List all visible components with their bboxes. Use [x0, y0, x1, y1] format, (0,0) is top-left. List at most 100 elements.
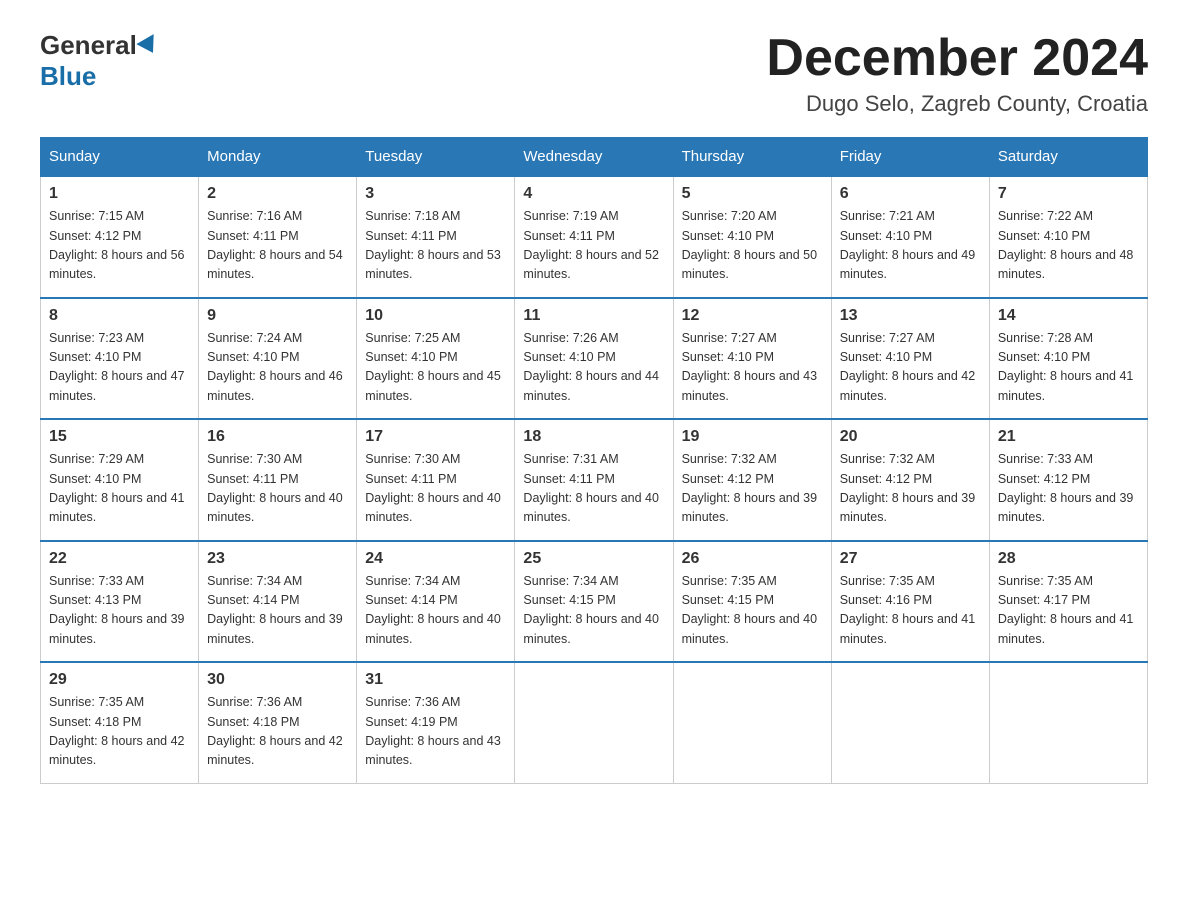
- day-info: Sunrise: 7:15 AM Sunset: 4:12 PM Dayligh…: [49, 207, 190, 285]
- calendar-cell: 6 Sunrise: 7:21 AM Sunset: 4:10 PM Dayli…: [831, 176, 989, 298]
- day-number: 19: [682, 428, 823, 446]
- daylight-label: Daylight: 8 hours and 43 minutes.: [682, 369, 818, 402]
- day-number: 30: [207, 671, 348, 689]
- day-number: 23: [207, 550, 348, 568]
- calendar-cell: 2 Sunrise: 7:16 AM Sunset: 4:11 PM Dayli…: [199, 176, 357, 298]
- sunset-label: Sunset: 4:10 PM: [840, 229, 932, 243]
- calendar-cell: 15 Sunrise: 7:29 AM Sunset: 4:10 PM Dayl…: [41, 419, 199, 541]
- sunset-label: Sunset: 4:11 PM: [523, 229, 615, 243]
- sunrise-label: Sunrise: 7:29 AM: [49, 452, 144, 466]
- daylight-label: Daylight: 8 hours and 39 minutes.: [207, 612, 343, 645]
- calendar-week-4: 22 Sunrise: 7:33 AM Sunset: 4:13 PM Dayl…: [41, 541, 1148, 663]
- calendar-cell: 26 Sunrise: 7:35 AM Sunset: 4:15 PM Dayl…: [673, 541, 831, 663]
- day-info: Sunrise: 7:20 AM Sunset: 4:10 PM Dayligh…: [682, 207, 823, 285]
- day-info: Sunrise: 7:23 AM Sunset: 4:10 PM Dayligh…: [49, 329, 190, 407]
- sunrise-label: Sunrise: 7:23 AM: [49, 331, 144, 345]
- daylight-label: Daylight: 8 hours and 54 minutes.: [207, 248, 343, 281]
- day-info: Sunrise: 7:35 AM Sunset: 4:17 PM Dayligh…: [998, 572, 1139, 650]
- calendar-cell: [831, 662, 989, 783]
- day-number: 15: [49, 428, 190, 446]
- day-info: Sunrise: 7:32 AM Sunset: 4:12 PM Dayligh…: [840, 450, 981, 528]
- day-info: Sunrise: 7:32 AM Sunset: 4:12 PM Dayligh…: [682, 450, 823, 528]
- daylight-label: Daylight: 8 hours and 41 minutes.: [840, 612, 976, 645]
- sunset-label: Sunset: 4:16 PM: [840, 593, 932, 607]
- calendar-week-3: 15 Sunrise: 7:29 AM Sunset: 4:10 PM Dayl…: [41, 419, 1148, 541]
- sunset-label: Sunset: 4:14 PM: [365, 593, 457, 607]
- day-number: 25: [523, 550, 664, 568]
- daylight-label: Daylight: 8 hours and 50 minutes.: [682, 248, 818, 281]
- sunrise-label: Sunrise: 7:32 AM: [682, 452, 777, 466]
- day-number: 3: [365, 185, 506, 203]
- sunset-label: Sunset: 4:12 PM: [49, 229, 141, 243]
- sunset-label: Sunset: 4:14 PM: [207, 593, 299, 607]
- day-info: Sunrise: 7:36 AM Sunset: 4:19 PM Dayligh…: [365, 693, 506, 771]
- sunset-label: Sunset: 4:12 PM: [840, 472, 932, 486]
- day-number: 18: [523, 428, 664, 446]
- daylight-label: Daylight: 8 hours and 40 minutes.: [523, 491, 659, 524]
- sunrise-label: Sunrise: 7:35 AM: [998, 574, 1093, 588]
- calendar-cell: [989, 662, 1147, 783]
- day-info: Sunrise: 7:27 AM Sunset: 4:10 PM Dayligh…: [840, 329, 981, 407]
- calendar-cell: 9 Sunrise: 7:24 AM Sunset: 4:10 PM Dayli…: [199, 298, 357, 420]
- daylight-label: Daylight: 8 hours and 53 minutes.: [365, 248, 501, 281]
- sunrise-label: Sunrise: 7:27 AM: [840, 331, 935, 345]
- sunset-label: Sunset: 4:10 PM: [207, 350, 299, 364]
- page-header: General Blue December 2024 Dugo Selo, Za…: [40, 30, 1148, 117]
- calendar-cell: 30 Sunrise: 7:36 AM Sunset: 4:18 PM Dayl…: [199, 662, 357, 783]
- day-number: 11: [523, 307, 664, 325]
- sunset-label: Sunset: 4:10 PM: [998, 350, 1090, 364]
- day-info: Sunrise: 7:34 AM Sunset: 4:15 PM Dayligh…: [523, 572, 664, 650]
- calendar-cell: 22 Sunrise: 7:33 AM Sunset: 4:13 PM Dayl…: [41, 541, 199, 663]
- day-info: Sunrise: 7:24 AM Sunset: 4:10 PM Dayligh…: [207, 329, 348, 407]
- location-subtitle: Dugo Selo, Zagreb County, Croatia: [766, 91, 1148, 117]
- calendar-cell: 13 Sunrise: 7:27 AM Sunset: 4:10 PM Dayl…: [831, 298, 989, 420]
- calendar-cell: 20 Sunrise: 7:32 AM Sunset: 4:12 PM Dayl…: [831, 419, 989, 541]
- daylight-label: Daylight: 8 hours and 42 minutes.: [840, 369, 976, 402]
- daylight-label: Daylight: 8 hours and 56 minutes.: [49, 248, 185, 281]
- sunrise-label: Sunrise: 7:36 AM: [207, 695, 302, 709]
- day-number: 16: [207, 428, 348, 446]
- sunrise-label: Sunrise: 7:30 AM: [365, 452, 460, 466]
- daylight-label: Daylight: 8 hours and 45 minutes.: [365, 369, 501, 402]
- daylight-label: Daylight: 8 hours and 40 minutes.: [365, 491, 501, 524]
- daylight-label: Daylight: 8 hours and 44 minutes.: [523, 369, 659, 402]
- sunset-label: Sunset: 4:15 PM: [523, 593, 615, 607]
- calendar-cell: 29 Sunrise: 7:35 AM Sunset: 4:18 PM Dayl…: [41, 662, 199, 783]
- sunset-label: Sunset: 4:11 PM: [365, 472, 457, 486]
- sunrise-label: Sunrise: 7:31 AM: [523, 452, 618, 466]
- calendar-cell: 10 Sunrise: 7:25 AM Sunset: 4:10 PM Dayl…: [357, 298, 515, 420]
- sunset-label: Sunset: 4:11 PM: [365, 229, 457, 243]
- calendar-cell: 4 Sunrise: 7:19 AM Sunset: 4:11 PM Dayli…: [515, 176, 673, 298]
- day-info: Sunrise: 7:29 AM Sunset: 4:10 PM Dayligh…: [49, 450, 190, 528]
- calendar-week-5: 29 Sunrise: 7:35 AM Sunset: 4:18 PM Dayl…: [41, 662, 1148, 783]
- day-info: Sunrise: 7:30 AM Sunset: 4:11 PM Dayligh…: [207, 450, 348, 528]
- daylight-label: Daylight: 8 hours and 41 minutes.: [49, 491, 185, 524]
- calendar-cell: 14 Sunrise: 7:28 AM Sunset: 4:10 PM Dayl…: [989, 298, 1147, 420]
- day-number: 14: [998, 307, 1139, 325]
- daylight-label: Daylight: 8 hours and 52 minutes.: [523, 248, 659, 281]
- day-number: 28: [998, 550, 1139, 568]
- sunrise-label: Sunrise: 7:21 AM: [840, 209, 935, 223]
- calendar-header-wednesday: Wednesday: [515, 138, 673, 177]
- daylight-label: Daylight: 8 hours and 40 minutes.: [365, 612, 501, 645]
- day-info: Sunrise: 7:18 AM Sunset: 4:11 PM Dayligh…: [365, 207, 506, 285]
- calendar-cell: 18 Sunrise: 7:31 AM Sunset: 4:11 PM Dayl…: [515, 419, 673, 541]
- calendar-cell: 19 Sunrise: 7:32 AM Sunset: 4:12 PM Dayl…: [673, 419, 831, 541]
- calendar-header-sunday: Sunday: [41, 138, 199, 177]
- calendar-header-saturday: Saturday: [989, 138, 1147, 177]
- daylight-label: Daylight: 8 hours and 39 minutes.: [682, 491, 818, 524]
- logo: General Blue: [40, 30, 159, 92]
- daylight-label: Daylight: 8 hours and 40 minutes.: [523, 612, 659, 645]
- day-number: 29: [49, 671, 190, 689]
- day-info: Sunrise: 7:28 AM Sunset: 4:10 PM Dayligh…: [998, 329, 1139, 407]
- calendar-header-monday: Monday: [199, 138, 357, 177]
- daylight-label: Daylight: 8 hours and 43 minutes.: [365, 734, 501, 767]
- sunrise-label: Sunrise: 7:18 AM: [365, 209, 460, 223]
- day-number: 1: [49, 185, 190, 203]
- daylight-label: Daylight: 8 hours and 40 minutes.: [682, 612, 818, 645]
- day-info: Sunrise: 7:31 AM Sunset: 4:11 PM Dayligh…: [523, 450, 664, 528]
- calendar-cell: [673, 662, 831, 783]
- day-number: 17: [365, 428, 506, 446]
- day-info: Sunrise: 7:34 AM Sunset: 4:14 PM Dayligh…: [365, 572, 506, 650]
- calendar-header-friday: Friday: [831, 138, 989, 177]
